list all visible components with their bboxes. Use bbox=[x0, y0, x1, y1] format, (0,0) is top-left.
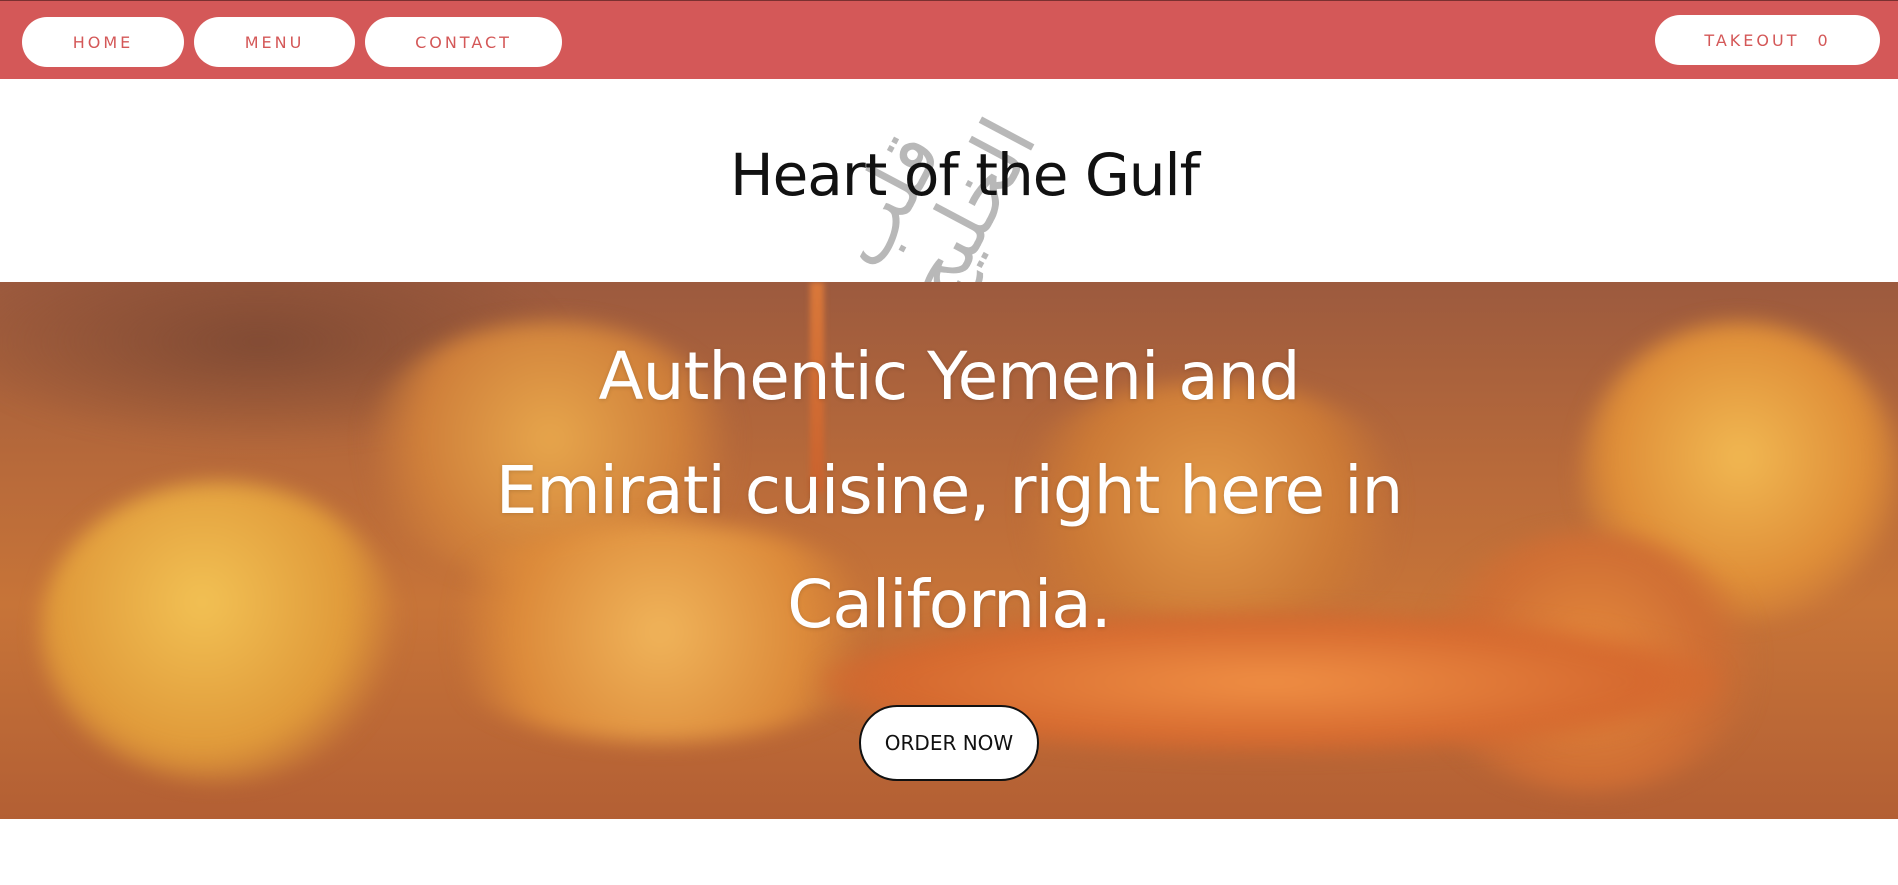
takeout-label: TAKEOUT bbox=[1704, 30, 1800, 50]
nav-home-label: HOME bbox=[72, 32, 134, 52]
takeout-count-badge: 0 bbox=[1817, 30, 1831, 50]
nav-home-link[interactable]: HOME bbox=[22, 17, 184, 67]
order-now-button[interactable]: ORDER NOW bbox=[859, 705, 1039, 781]
logo-wordmark: Heart of the Gulf bbox=[730, 141, 1200, 209]
hero-banner: Authentic Yemeni and Emirati cuisine, ri… bbox=[0, 282, 1898, 819]
hero-food-image-region bbox=[40, 482, 400, 782]
nav-menu-label: MENU bbox=[244, 32, 305, 52]
nav-contact-link[interactable]: CONTACT bbox=[365, 17, 562, 67]
site-logo[interactable]: قلب الخليج Heart of the Gulf bbox=[700, 89, 1200, 320]
hero-headline-line: Authentic Yemeni and bbox=[598, 338, 1301, 415]
nav-contact-label: CONTACT bbox=[415, 32, 512, 52]
nav-menu-link[interactable]: MENU bbox=[194, 17, 355, 67]
takeout-cart-button[interactable]: TAKEOUT 0 bbox=[1655, 15, 1880, 65]
order-now-label: ORDER NOW bbox=[884, 731, 1014, 755]
hero-headline-line: California. bbox=[787, 566, 1111, 643]
site-header: قلب الخليج Heart of the Gulf bbox=[0, 79, 1898, 320]
hero-headline: Authentic Yemeni and Emirati cuisine, ri… bbox=[449, 320, 1449, 662]
hero-headline-line: Emirati cuisine, right here in bbox=[495, 452, 1404, 529]
